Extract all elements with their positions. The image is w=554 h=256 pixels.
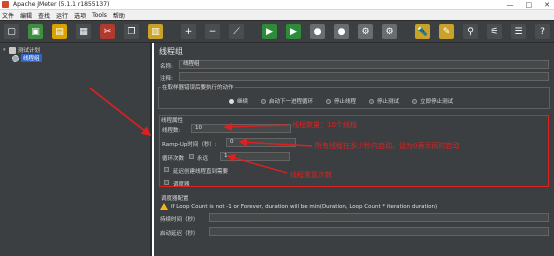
- thread-group-icon: [12, 54, 19, 62]
- window-title-bar: Apache JMeter (5.1.1 r1855137) — □ ✕: [0, 0, 554, 10]
- loop-annotation: 线程重复次数: [290, 171, 332, 179]
- radio-start-next-loop[interactable]: 启动下一进程循环: [261, 97, 313, 105]
- shutdown-icon[interactable]: ●: [334, 24, 349, 39]
- radio-indicator[interactable]: [412, 98, 418, 104]
- tree-item-label: 线程组: [21, 54, 42, 62]
- tree-item-thread-group[interactable]: 线程组: [12, 54, 42, 62]
- window-controls: — □ ✕: [507, 0, 551, 10]
- radio-indicator[interactable]: [369, 98, 375, 104]
- test-plan-icon: [9, 46, 16, 54]
- startup-delay-field[interactable]: [209, 227, 549, 236]
- open-icon[interactable]: ▤: [52, 24, 67, 39]
- collapse-icon[interactable]: −: [205, 24, 220, 39]
- menu-options[interactable]: 选项: [74, 11, 86, 20]
- clear-icon[interactable]: 🔦: [415, 24, 430, 39]
- tree-item-test-plan[interactable]: ▾ 测试计划: [3, 46, 40, 54]
- test-plan-tree: ▾ 测试计划 线程组: [0, 43, 152, 256]
- menu-bar: 文件 编辑 查找 运行 选项 Tools 帮助: [0, 10, 554, 20]
- duration-label: 持续时间（秒）: [160, 217, 199, 223]
- maximize-button[interactable]: □: [526, 1, 533, 9]
- new-icon[interactable]: ▢: [4, 24, 19, 39]
- toolbar: ▢ ▣ ▤ ▦ ✂ ❐ ▥ + − ⟋ ▶ ▶ ● ● ⚙ ⚙ 🔦 ✎ ⚲ ⚟ ☰?: [0, 20, 554, 43]
- save-icon[interactable]: ▦: [76, 24, 91, 39]
- radio-continue[interactable]: 继续: [229, 97, 248, 105]
- expand-icon[interactable]: +: [181, 24, 196, 39]
- radio-label: 立即停止测试: [420, 99, 454, 105]
- comment-field[interactable]: [179, 72, 549, 81]
- name-field[interactable]: 线程组: [179, 60, 549, 69]
- radio-indicator[interactable]: [326, 98, 332, 104]
- startup-delay-label: 启动延迟（秒）: [160, 231, 199, 237]
- duration-warning: If Loop Count is not -1 or Forever, dura…: [160, 203, 437, 210]
- comment-label: 注释:: [160, 76, 173, 82]
- menu-help[interactable]: 帮助: [113, 11, 125, 20]
- warning-icon: [160, 203, 168, 210]
- radio-label: 继续: [237, 99, 249, 105]
- start-no-pause-icon[interactable]: ▶: [286, 24, 301, 39]
- tree-item-label: 测试计划: [18, 48, 41, 54]
- jmeter-app-icon: [2, 1, 9, 8]
- radio-label: 停止测试: [377, 99, 400, 105]
- radio-indicator[interactable]: [229, 98, 234, 104]
- radio-indicator[interactable]: [261, 98, 267, 104]
- minimize-button[interactable]: —: [507, 1, 514, 9]
- start-icon[interactable]: ▶: [262, 24, 277, 39]
- remote-start-icon[interactable]: ⚙: [382, 24, 397, 39]
- radio-label: 启动下一进程循环: [269, 99, 314, 105]
- threads-annotation: 线程数量：10个线程: [292, 121, 357, 129]
- window-title: Apache JMeter (5.1.1 r1855137): [13, 1, 110, 8]
- cut-icon[interactable]: ✂: [100, 24, 115, 39]
- copy-icon[interactable]: ❐: [124, 24, 139, 39]
- close-button[interactable]: ✕: [544, 1, 550, 9]
- panel-title: 线程组: [159, 47, 183, 56]
- name-label: 名称:: [160, 64, 173, 70]
- scheduler-config-title: 调度器配置: [161, 196, 189, 202]
- radio-stop-test-now[interactable]: 立即停止测试: [412, 97, 453, 105]
- menu-run[interactable]: 运行: [56, 11, 68, 20]
- stop-icon[interactable]: ●: [310, 24, 325, 39]
- function-helper-icon[interactable]: ☰: [511, 24, 526, 39]
- remote-icon[interactable]: ⚙: [358, 24, 373, 39]
- warning-text: If Loop Count is not -1 or Forever, dura…: [171, 203, 438, 210]
- help-icon[interactable]: ?: [535, 24, 550, 39]
- duration-field[interactable]: [209, 213, 549, 222]
- reset-search-icon[interactable]: ⚟: [487, 24, 502, 39]
- menu-file[interactable]: 文件: [2, 11, 14, 20]
- rampup-annotation: 所有线程在多少秒内启动，设为0表示同时启动: [315, 142, 460, 150]
- radio-stop-test[interactable]: 停止测试: [369, 97, 399, 105]
- paste-icon[interactable]: ▥: [148, 24, 163, 39]
- toggle-icon[interactable]: ⟋: [229, 24, 244, 39]
- menu-edit[interactable]: 编辑: [20, 11, 32, 20]
- menu-tools[interactable]: Tools: [92, 12, 107, 19]
- error-action-options: 继续 启动下一进程循环 停止线程 停止测试 立即停止测试: [229, 97, 466, 105]
- menu-search[interactable]: 查找: [38, 11, 50, 20]
- radio-stop-thread[interactable]: 停止线程: [326, 97, 356, 105]
- clear-all-icon[interactable]: ✎: [439, 24, 454, 39]
- error-action-group-title: 在取样器错误后要执行的动作: [161, 83, 235, 91]
- radio-label: 停止线程: [334, 99, 357, 105]
- templates-icon[interactable]: ▣: [28, 24, 43, 39]
- search-icon[interactable]: ⚲: [463, 24, 478, 39]
